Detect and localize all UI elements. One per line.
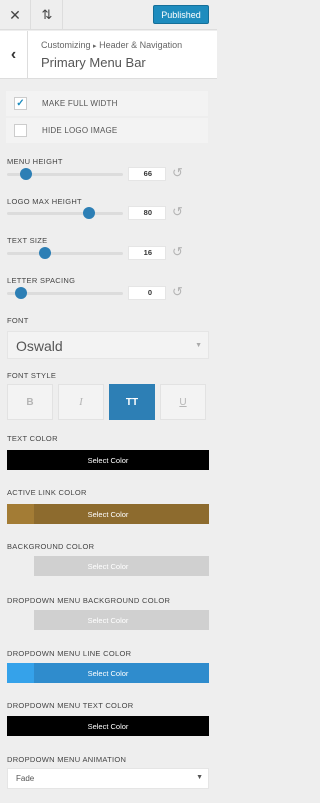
- dropdown-menu-text-color-button[interactable]: Select Color: [7, 716, 209, 736]
- hide-logo-image-option[interactable]: HIDE LOGO IMAGE: [6, 118, 208, 143]
- active-link-color-button-label: Select Color: [87, 509, 129, 519]
- menu-height-reset-icon[interactable]: ↺: [172, 166, 183, 179]
- logo-max-height-slider[interactable]: [7, 207, 123, 219]
- menu-height-label: MENU HEIGHT: [7, 157, 63, 166]
- text-size-slider-thumb[interactable]: [39, 247, 52, 259]
- font-style-label: FONT STYLE: [7, 371, 57, 380]
- dropdown-menu-line-color-preview: [7, 663, 34, 683]
- logo-max-height-slider-thumb[interactable]: [83, 207, 96, 219]
- breadcrumb-root: Customizing: [41, 40, 91, 50]
- sort-arrows-icon[interactable]: ⇅: [32, 0, 63, 30]
- background-color-preview: [7, 556, 34, 576]
- font-select[interactable]: Oswald ▼: [7, 331, 209, 359]
- hide-logo-image-checkbox[interactable]: [14, 124, 27, 137]
- dropdown-menu-line-color-label: DROPDOWN MENU LINE COLOR: [7, 649, 132, 658]
- dropdown-menu-animation-select[interactable]: Fade ▼: [7, 768, 209, 789]
- background-color-button[interactable]: Select Color: [7, 556, 209, 576]
- background-color-label: BACKGROUND COLOR: [7, 542, 95, 551]
- close-icon[interactable]: ✕: [0, 0, 31, 30]
- menu-height-slider-thumb[interactable]: [19, 168, 32, 180]
- dropdown-menu-background-color-label: DROPDOWN MENU BACKGROUND COLOR: [7, 596, 171, 605]
- uppercase-button[interactable]: TT: [109, 384, 155, 420]
- make-full-width-option[interactable]: ✓ MAKE FULL WIDTH: [6, 91, 208, 116]
- panel-header: ‹ Customizing ▸ Header & Navigation Prim…: [0, 31, 217, 79]
- breadcrumb-section: Header & Navigation: [99, 40, 183, 50]
- logo-max-height-reset-icon[interactable]: ↺: [172, 205, 183, 218]
- customizer-topbar: ✕ ⇅ Published: [0, 0, 217, 30]
- chevron-down-icon: ▼: [195, 342, 202, 349]
- text-color-button[interactable]: Select Color: [7, 450, 209, 470]
- breadcrumb: Customizing ▸ Header & Navigation: [41, 40, 182, 50]
- menu-height-value[interactable]: 66: [128, 167, 166, 181]
- make-full-width-checkbox[interactable]: ✓: [14, 97, 27, 110]
- dropdown-menu-text-color-label: DROPDOWN MENU TEXT COLOR: [7, 701, 134, 710]
- dropdown-menu-animation-value: Fade: [16, 774, 35, 783]
- letter-spacing-label: LETTER SPACING: [7, 276, 76, 285]
- text-color-label: TEXT COLOR: [7, 434, 58, 443]
- dropdown-menu-background-color-preview: [7, 610, 34, 630]
- font-selected-value: Oswald: [16, 338, 63, 354]
- background-color-button-label: Select Color: [87, 561, 129, 571]
- chevron-left-icon[interactable]: ‹: [0, 31, 28, 78]
- active-link-color-label: ACTIVE LINK COLOR: [7, 488, 87, 497]
- bold-button[interactable]: B: [7, 384, 53, 420]
- letter-spacing-value[interactable]: 0: [128, 286, 166, 300]
- letter-spacing-reset-icon[interactable]: ↺: [172, 285, 183, 298]
- make-full-width-label: MAKE FULL WIDTH: [42, 99, 118, 108]
- font-label: FONT: [7, 316, 29, 325]
- dropdown-menu-background-color-button[interactable]: Select Color: [7, 610, 209, 630]
- dropdown-menu-animation-label: DROPDOWN MENU ANIMATION: [7, 755, 127, 764]
- breadcrumb-separator-icon: ▸: [93, 43, 97, 50]
- menu-height-slider[interactable]: [7, 168, 123, 180]
- logo-max-height-label: LOGO MAX HEIGHT: [7, 197, 82, 206]
- text-size-label: TEXT SIZE: [7, 236, 48, 245]
- letter-spacing-slider-thumb[interactable]: [14, 287, 27, 299]
- publish-button[interactable]: Published: [153, 5, 209, 24]
- hide-logo-image-label: HIDE LOGO IMAGE: [42, 126, 118, 135]
- caret-down-icon: ▼: [196, 774, 203, 781]
- text-size-value[interactable]: 16: [128, 246, 166, 260]
- logo-max-height-value[interactable]: 80: [128, 206, 166, 220]
- underline-button[interactable]: U: [160, 384, 206, 420]
- text-size-reset-icon[interactable]: ↺: [172, 245, 183, 258]
- text-color-button-label: Select Color: [87, 455, 129, 465]
- text-size-slider[interactable]: [7, 247, 123, 259]
- letter-spacing-slider[interactable]: [7, 287, 123, 299]
- page-title: Primary Menu Bar: [41, 55, 146, 70]
- active-link-color-preview: [7, 504, 34, 524]
- active-link-color-button[interactable]: Select Color: [7, 504, 209, 524]
- dropdown-menu-line-color-button[interactable]: Select Color: [7, 663, 209, 683]
- dropdown-menu-text-color-button-label: Select Color: [87, 721, 129, 731]
- dropdown-menu-background-color-button-label: Select Color: [87, 615, 129, 625]
- italic-button[interactable]: I: [58, 384, 104, 420]
- dropdown-menu-line-color-button-label: Select Color: [87, 668, 129, 678]
